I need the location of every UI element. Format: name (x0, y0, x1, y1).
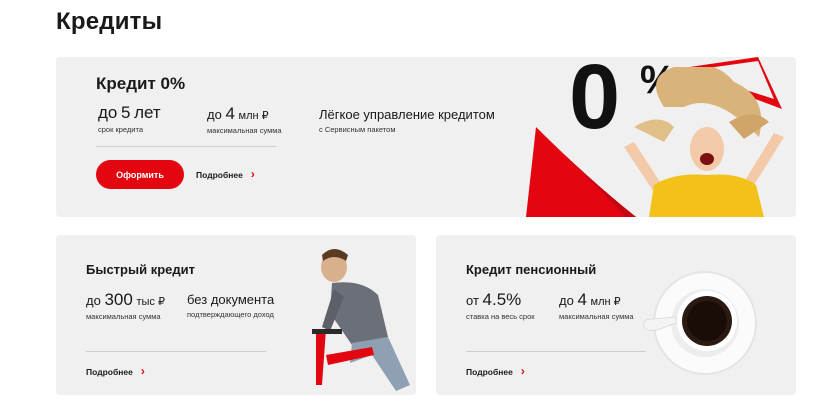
chevron-right-icon: › (520, 364, 525, 378)
term-prefix: до (98, 103, 118, 122)
docs-value: без документа (187, 292, 275, 307)
more-link-label: Подробнее (196, 170, 243, 180)
card-title: Быстрый кредит (86, 262, 195, 277)
apply-button[interactable]: Оформить (96, 160, 184, 189)
term-stat: до 5 лет срок кредита (98, 104, 161, 134)
fast-credit-card[interactable]: Быстрый кредит до 300 тыс ₽ максимальная… (56, 235, 416, 395)
woman-illustration (624, 67, 784, 217)
scooter-man-illustration (312, 249, 410, 391)
rate-caption: ставка на весь срок (466, 312, 535, 321)
amount-prefix: до (86, 293, 101, 308)
amount-unit: тыс ₽ (136, 296, 165, 308)
amount-unit: млн ₽ (590, 296, 621, 308)
amount-value: 300 (104, 290, 133, 309)
term-caption: срок кредита (98, 125, 144, 134)
service-value: Лёгкое управление кредитом (319, 107, 495, 122)
page-title: Кредиты (56, 8, 163, 35)
term-value: 5 (121, 103, 131, 122)
chevron-right-icon: › (140, 364, 145, 378)
service-caption: с Сервисным пакетом (319, 125, 396, 134)
amount-caption: максимальная сумма (207, 126, 282, 135)
more-link[interactable]: Подробнее › (466, 364, 525, 378)
chevron-right-icon: › (250, 167, 255, 181)
more-link[interactable]: Подробнее › (196, 167, 255, 181)
service-stat: Лёгкое управление кредитом с Сервисным п… (319, 108, 495, 134)
amount-prefix: до (207, 107, 222, 122)
more-link-label: Подробнее (466, 367, 513, 377)
docs-caption: подтверждающего доход (187, 310, 274, 319)
coffee-cup-illustration (643, 271, 757, 375)
amount-caption: максимальная сумма (559, 312, 634, 321)
amount-unit: млн ₽ (238, 110, 269, 122)
pension-credit-card[interactable]: Кредит пенсионный от 4.5% ставка на весь… (436, 235, 796, 395)
card-title: Кредит пенсионный (466, 262, 597, 277)
divider (466, 351, 646, 352)
amount-prefix: до (559, 293, 574, 308)
amount-value: 4 (225, 104, 235, 123)
amount-stat: до 4 млн ₽ максимальная сумма (559, 291, 634, 321)
credit-zero-card[interactable]: Кредит 0% до 5 лет срок кредита до 4 млн… (56, 57, 796, 217)
rate-prefix: от (466, 293, 479, 308)
divider (96, 146, 276, 147)
divider (86, 351, 266, 352)
more-link-label: Подробнее (86, 367, 133, 377)
rate-value: 4.5% (482, 290, 522, 309)
rate-stat: от 4.5% ставка на весь срок (466, 291, 535, 321)
more-link[interactable]: Подробнее › (86, 364, 145, 378)
amount-stat: до 4 млн ₽ максимальная сумма (207, 105, 282, 135)
promo-banner: 0 % (526, 57, 796, 217)
docs-stat: без документа подтверждающего доход (187, 293, 274, 319)
amount-value: 4 (577, 290, 587, 309)
card-title: Кредит 0% (96, 74, 186, 93)
term-unit: лет (134, 103, 161, 122)
amount-caption: максимальная сумма (86, 312, 161, 321)
amount-stat: до 300 тыс ₽ максимальная сумма (86, 291, 165, 321)
